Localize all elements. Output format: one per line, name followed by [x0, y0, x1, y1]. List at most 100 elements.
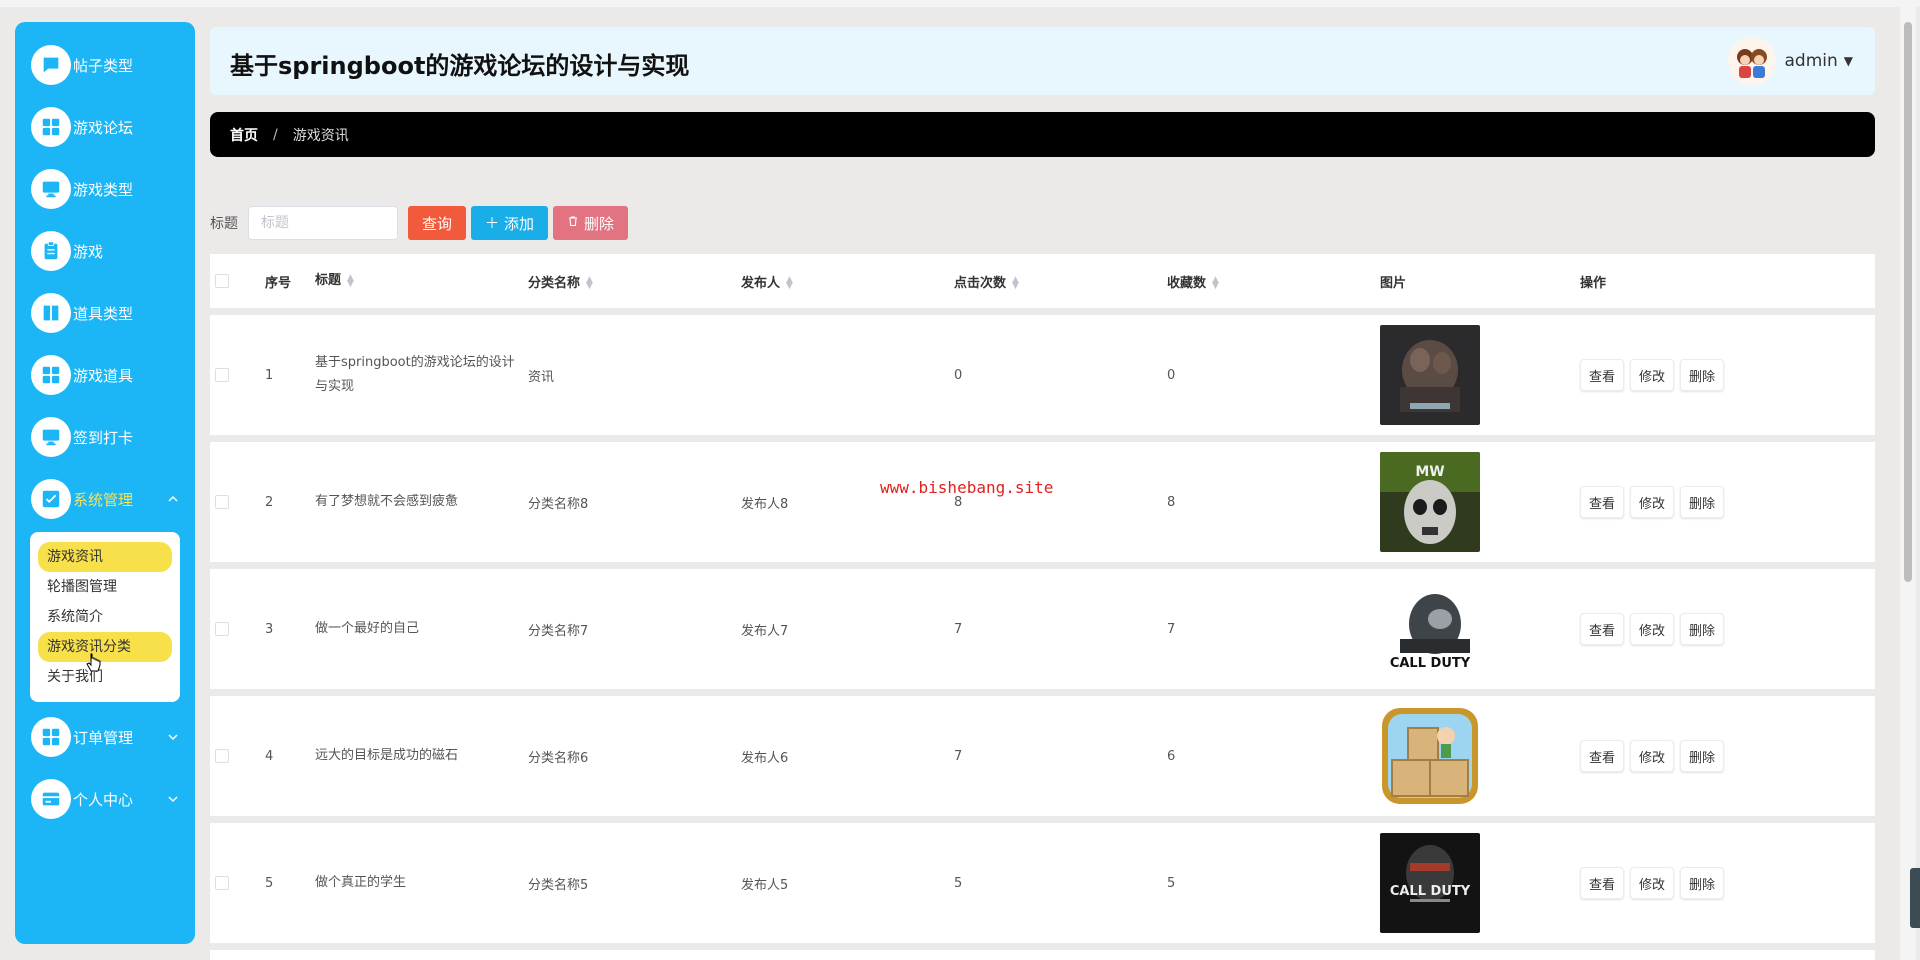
cell-category: 资讯 — [528, 369, 555, 385]
edit-button[interactable]: 修改 — [1630, 740, 1675, 772]
table-row: 3 做一个最好的自己 分类名称7 发布人7 7 7 CALL DUTY 查看 修… — [210, 569, 1875, 689]
header-favorites[interactable]: 收藏数 ▲ ▼ — [1167, 272, 1380, 291]
header-title-text: 标题 — [315, 273, 342, 288]
select-all-checkbox[interactable] — [215, 274, 229, 288]
sidebar-item-label: 个人中心 — [73, 790, 134, 809]
cell-category: 分类名称7 — [528, 623, 589, 639]
top-strip — [0, 0, 1920, 7]
sort-icon[interactable]: ▲ ▼ — [586, 276, 593, 291]
breadcrumb-home[interactable]: 首页 — [230, 125, 258, 145]
row-checkbox[interactable] — [215, 495, 229, 509]
edit-button[interactable]: 修改 — [1630, 359, 1675, 391]
view-button[interactable]: 查看 — [1580, 740, 1625, 772]
submenu-about-us[interactable]: 关于我们 — [38, 662, 172, 692]
cell-index: 1 — [265, 367, 274, 383]
delete-button[interactable]: 删除 — [1680, 359, 1725, 391]
submenu-news-category[interactable]: 游戏资讯分类 — [38, 632, 172, 662]
sidebar-item-game-props[interactable]: 游戏道具 — [15, 344, 195, 406]
row-checkbox[interactable] — [215, 368, 229, 382]
svg-text:MW: MW — [1415, 464, 1444, 480]
add-button[interactable]: ＋添加 — [471, 206, 549, 240]
header-favorites-text: 收藏数 — [1167, 275, 1207, 291]
search-bar: 标题 查询 ＋添加 删除 — [210, 206, 633, 240]
delete-button[interactable]: 删除 — [1680, 613, 1725, 645]
submenu-carousel[interactable]: 轮播图管理 — [38, 572, 172, 602]
sidebar-item-game-forum[interactable]: 游戏论坛 — [15, 96, 195, 158]
cell-index: 2 — [265, 494, 274, 510]
sidebar-item-label: 游戏道具 — [73, 366, 134, 385]
chat-icon — [31, 45, 71, 85]
cell-index: 5 — [265, 875, 274, 891]
delete-label: 删除 — [584, 214, 615, 233]
black-ops-cover-image[interactable]: CALL DUTY — [1380, 833, 1480, 933]
call-of-duty-ghost-cover-image[interactable]: CALL DUTY — [1380, 579, 1480, 679]
breadcrumb-separator: / — [273, 126, 278, 143]
app-title: 基于springboot的游戏论坛的设计与实现 — [230, 52, 690, 80]
sidebar-item-post-type[interactable]: 帖子类型 — [15, 34, 195, 96]
sort-icon[interactable]: ▲ ▼ — [347, 273, 354, 288]
row-checkbox[interactable] — [215, 876, 229, 890]
delete-button[interactable]: 删除 — [1680, 486, 1725, 518]
cell-favorites: 7 — [1167, 621, 1176, 637]
submenu-system-intro[interactable]: 系统简介 — [38, 602, 172, 632]
table-row: 5 做个真正的学生 分类名称5 发布人5 5 5 CALL DUTY 查看 修改… — [210, 823, 1875, 943]
cell-publisher: 发布人6 — [741, 750, 789, 766]
sidebar-item-label: 系统管理 — [73, 490, 134, 509]
cell-clicks: 0 — [954, 367, 963, 383]
mw2-skull-cover-image[interactable]: MW — [1380, 452, 1480, 552]
header-publisher[interactable]: 发布人 ▲ ▼ — [741, 272, 954, 291]
sidebar-item-system[interactable]: 系统管理 — [15, 468, 195, 530]
side-widget[interactable] — [1910, 868, 1920, 928]
crate-game-icon-image[interactable] — [1380, 706, 1480, 806]
sidebar-item-game-type[interactable]: 游戏类型 — [15, 158, 195, 220]
view-button[interactable]: 查看 — [1580, 867, 1625, 899]
grid-icon — [31, 107, 71, 147]
plus-icon: ＋ — [485, 216, 500, 232]
sidebar-item-personal[interactable]: 个人中心 — [15, 768, 195, 830]
chevron-up-icon — [167, 493, 179, 505]
sidebar-item-game[interactable]: 游戏 — [15, 220, 195, 282]
chevron-down-icon — [167, 731, 179, 743]
row-checkbox[interactable] — [215, 749, 229, 763]
avatar — [1728, 37, 1777, 85]
watermark-text: www.bishebang.site — [880, 478, 1054, 497]
cell-publisher: 发布人7 — [741, 623, 789, 639]
view-button[interactable]: 查看 — [1580, 359, 1625, 391]
row-checkbox[interactable] — [215, 622, 229, 636]
sidebar-item-prop-type[interactable]: 道具类型 — [15, 282, 195, 344]
warcraft-cover-image[interactable] — [1380, 325, 1480, 425]
sidebar-item-orders[interactable]: 订单管理 — [15, 706, 195, 768]
page-scrollbar[interactable] — [1904, 22, 1912, 582]
query-button[interactable]: 查询 — [408, 206, 467, 240]
book-icon — [31, 293, 71, 333]
sidebar-item-checkin[interactable]: 签到打卡 — [15, 406, 195, 468]
grid-icon — [31, 355, 71, 395]
batch-delete-button[interactable]: 删除 — [553, 206, 629, 240]
svg-text:CALL DUTY: CALL DUTY — [1390, 884, 1471, 899]
user-menu[interactable]: admin ▼ — [1728, 37, 1853, 85]
submenu-game-news[interactable]: 游戏资讯 — [38, 542, 172, 572]
mouse-cursor-icon — [86, 653, 101, 672]
title-search-input[interactable] — [248, 206, 398, 240]
header-clicks[interactable]: 点击次数 ▲ ▼ — [954, 272, 1167, 291]
sidebar-item-label: 道具类型 — [73, 304, 134, 323]
edit-button[interactable]: 修改 — [1630, 867, 1675, 899]
cell-title: 做个真正的学生 — [315, 875, 407, 890]
delete-button[interactable]: 删除 — [1680, 740, 1725, 772]
sort-icon[interactable]: ▲ ▼ — [786, 276, 793, 291]
header-actions: 操作 — [1580, 275, 1607, 291]
sort-icon[interactable]: ▲ ▼ — [1012, 276, 1019, 291]
edit-button[interactable]: 修改 — [1630, 486, 1675, 518]
delete-button[interactable]: 删除 — [1680, 867, 1725, 899]
view-button[interactable]: 查看 — [1580, 613, 1625, 645]
view-button[interactable]: 查看 — [1580, 486, 1625, 518]
sort-icon[interactable]: ▲ ▼ — [1212, 276, 1219, 291]
cell-index: 4 — [265, 748, 274, 764]
header-clicks-text: 点击次数 — [954, 275, 1007, 291]
header-title[interactable]: 标题 ▲ ▼ — [315, 269, 528, 293]
add-label: 添加 — [504, 214, 535, 233]
header-category[interactable]: 分类名称 ▲ ▼ — [528, 272, 741, 291]
news-table: 序号 标题 ▲ ▼ 分类名称 ▲ ▼ 发布人 ▲ ▼ 点击次数 ▲ ▼ 收藏数 ▲ ▼ 图片 操作 … — [210, 254, 1875, 960]
edit-button[interactable]: 修改 — [1630, 613, 1675, 645]
cell-title: 有了梦想就不会感到疲惫 — [315, 494, 459, 509]
